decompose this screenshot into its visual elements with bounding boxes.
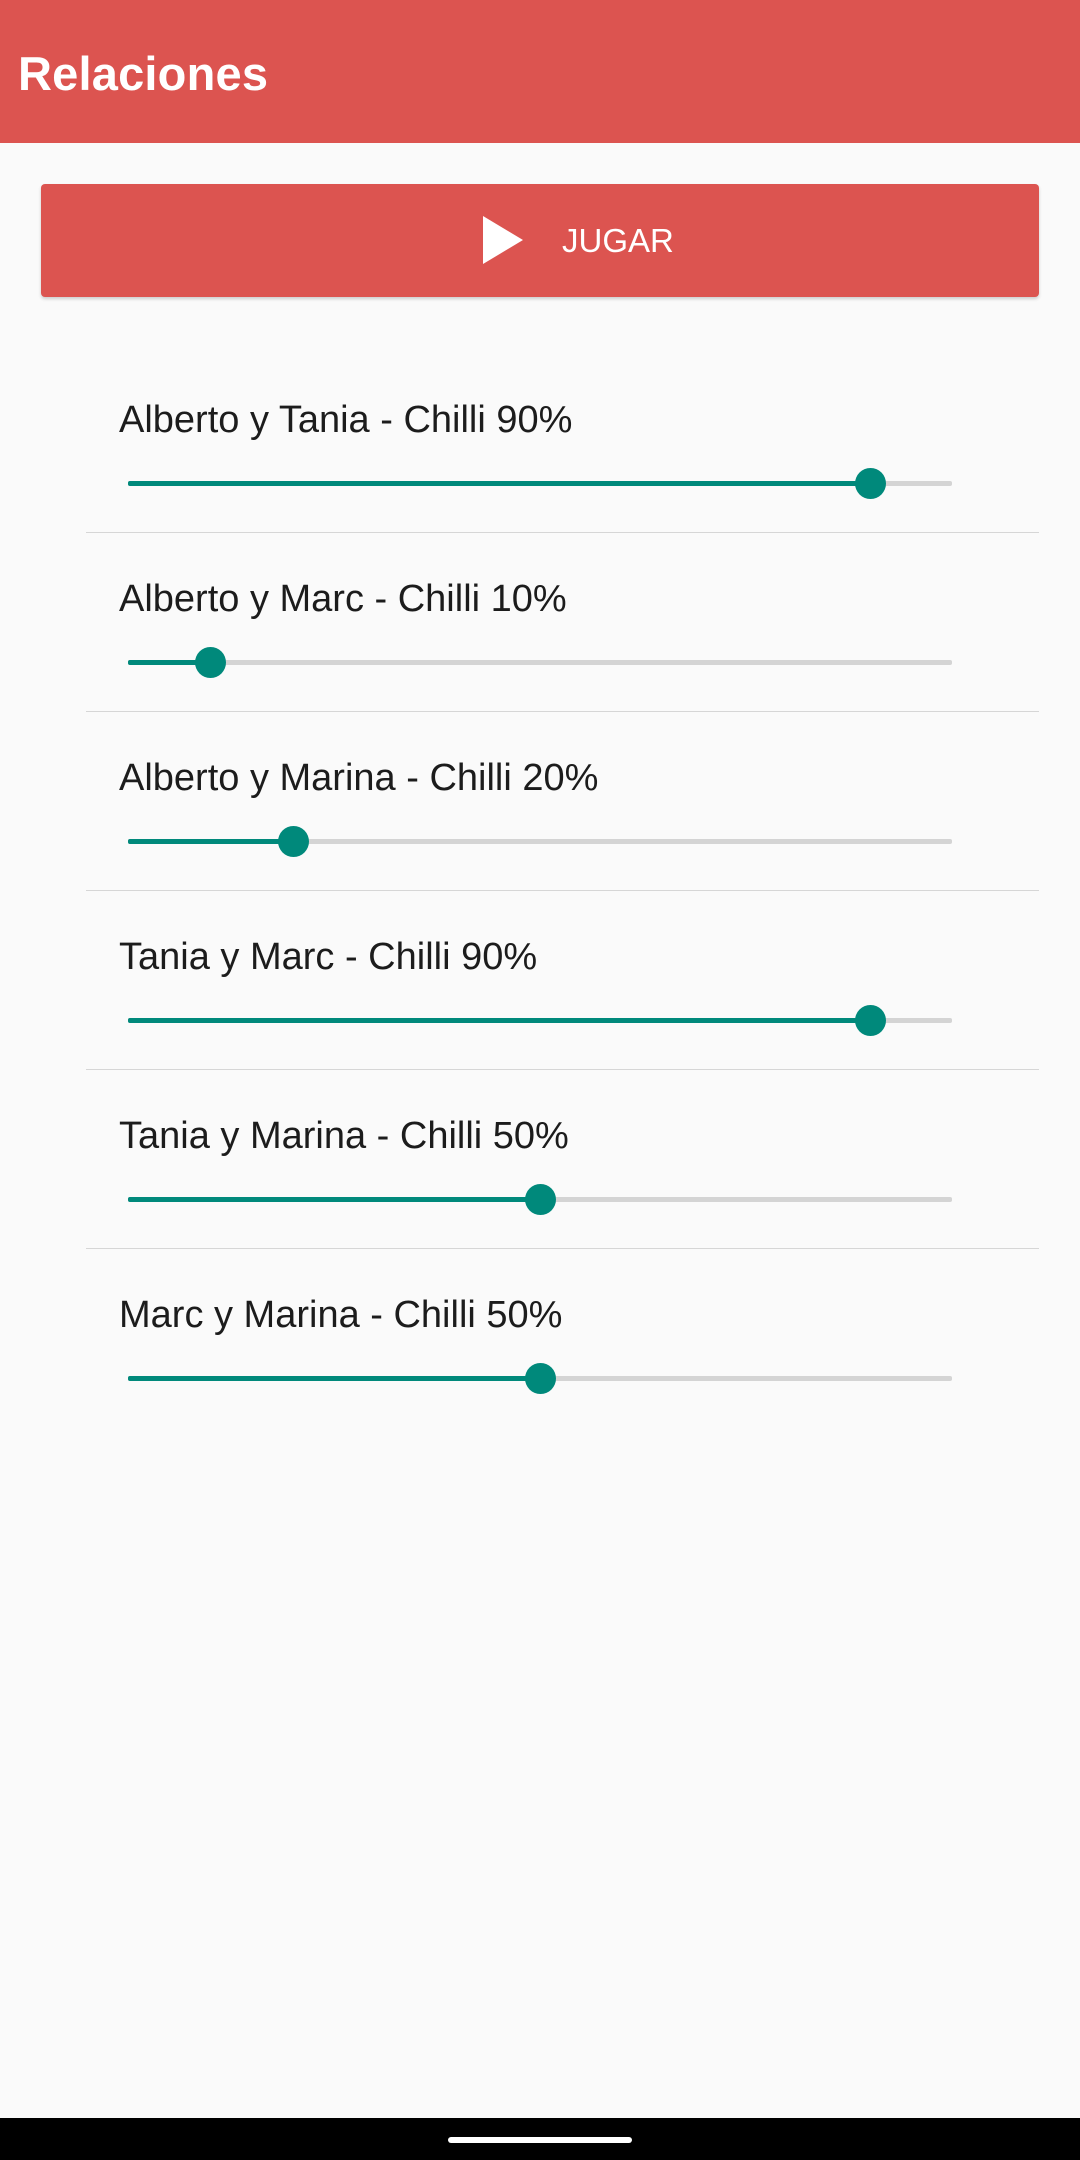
relation-label: Marc y Marina - Chilli 50% — [119, 1294, 563, 1336]
slider-fill — [128, 839, 293, 844]
slider-thumb[interactable] — [854, 468, 886, 499]
page-title: Relaciones — [18, 47, 269, 100]
home-handle-icon[interactable] — [448, 2137, 632, 2143]
app-bar: Relaciones — [0, 0, 1080, 143]
slider-thumb[interactable] — [854, 1005, 886, 1036]
relation-slider[interactable] — [128, 644, 952, 680]
relation-slider[interactable] — [128, 1002, 952, 1038]
relation-slider[interactable] — [128, 465, 952, 501]
relation-item: Alberto y Tania - Chilli 90% — [86, 354, 1039, 533]
slider-fill — [128, 1197, 540, 1202]
system-nav-bar — [0, 2118, 1080, 2160]
slider-track — [128, 660, 952, 665]
relation-label: Alberto y Tania - Chilli 90% — [119, 399, 573, 441]
relation-label: Alberto y Marc - Chilli 10% — [119, 578, 567, 620]
slider-fill — [128, 1018, 870, 1023]
relation-item: Alberto y Marina - Chilli 20% — [86, 712, 1039, 891]
relation-label: Tania y Marc - Chilli 90% — [119, 936, 538, 978]
play-button[interactable]: JUGAR — [41, 184, 1039, 297]
relation-item: Tania y Marina - Chilli 50% — [86, 1070, 1039, 1249]
slider-thumb[interactable] — [525, 1184, 556, 1215]
slider-thumb[interactable] — [525, 1363, 556, 1394]
slider-fill — [128, 481, 870, 486]
relation-slider[interactable] — [128, 1181, 952, 1217]
slider-thumb[interactable] — [277, 826, 309, 857]
relation-item: Tania y Marc - Chilli 90% — [86, 891, 1039, 1070]
play-button-label: JUGAR — [562, 222, 674, 259]
slider-thumb[interactable] — [195, 647, 227, 678]
play-icon — [483, 216, 523, 264]
slider-fill — [128, 1376, 540, 1381]
relation-label: Alberto y Marina - Chilli 20% — [119, 757, 599, 799]
relation-slider[interactable] — [128, 1360, 952, 1396]
relation-label: Tania y Marina - Chilli 50% — [119, 1115, 569, 1157]
relation-slider[interactable] — [128, 823, 952, 859]
relation-list: Alberto y Tania - Chilli 90% Alberto y M… — [86, 354, 1039, 1428]
relation-item: Alberto y Marc - Chilli 10% — [86, 533, 1039, 712]
relation-item: Marc y Marina - Chilli 50% — [86, 1249, 1039, 1428]
